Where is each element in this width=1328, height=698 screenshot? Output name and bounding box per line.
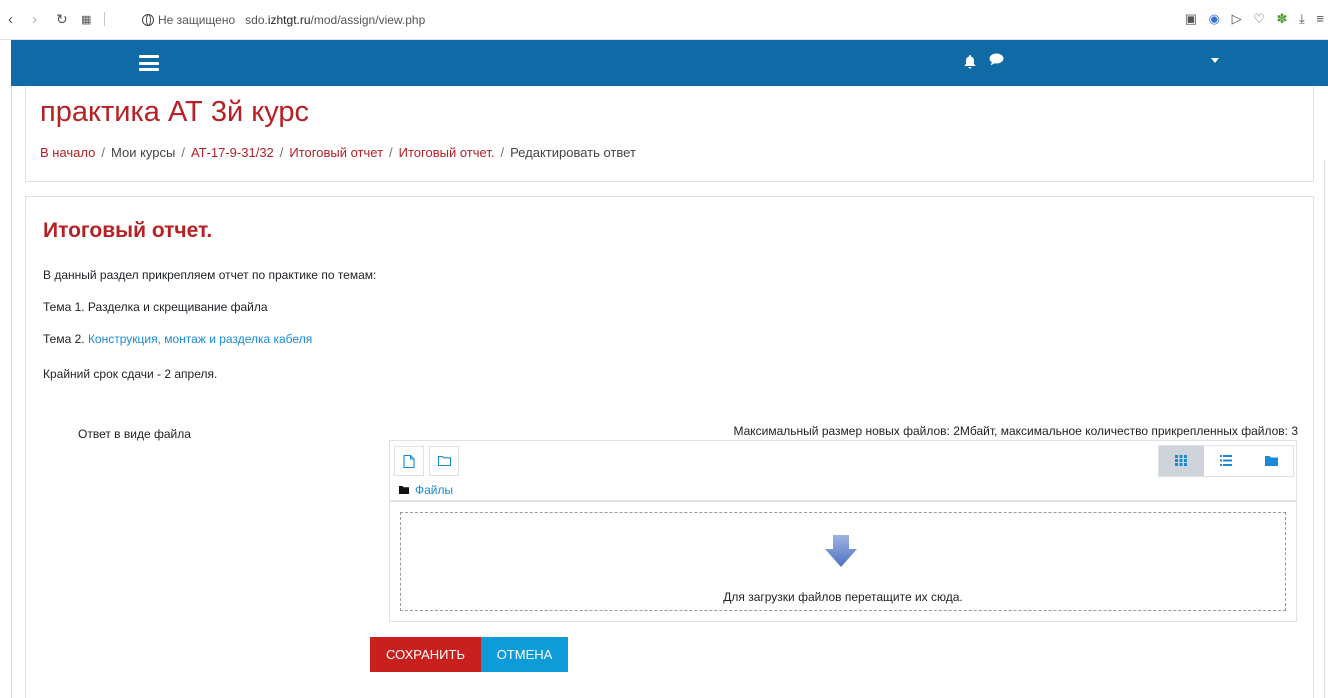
file-manager-path: Файлы — [399, 483, 453, 497]
assignment-title: Итоговый отчет. — [43, 219, 213, 242]
file-dropzone[interactable]: Для загрузки файлов перетащите их сюда. — [400, 512, 1286, 611]
page-header: практика АТ 3й курс В начало / Мои курсы / А… — [25, 86, 1314, 182]
breadcrumb-separator: / — [500, 145, 505, 160]
file-manager-divider — [390, 500, 1296, 502]
breadcrumb-current: Редактировать ответ — [510, 145, 636, 160]
url-path: /mod/assign/view.php — [310, 13, 426, 27]
extension-icon[interactable]: ✽ — [1277, 11, 1288, 26]
grid-view-icon — [1175, 455, 1187, 466]
breadcrumb-separator: / — [181, 145, 185, 160]
intro-topic-1: Тема 1. Разделка и скрещивание файла — [43, 300, 268, 314]
forward-icon[interactable]: › — [32, 11, 37, 28]
intro-deadline: Крайний срок сдачи - 2 апреля. — [43, 367, 218, 381]
dropzone-text: Для загрузки файлов перетащите их сюда. — [723, 590, 963, 604]
browser-toolbar: ‹ › ↻ ▦ Не защищено sdo.izhtgt.ru/mod/as… — [0, 0, 1328, 40]
list-view-icon — [1220, 455, 1232, 466]
file-submission-label: Ответ в виде файла — [78, 427, 191, 441]
arrow-down-icon — [825, 535, 857, 567]
page-left-border — [11, 86, 12, 698]
file-manager: Файлы Для загрузки файлов перетащите их … — [389, 440, 1297, 622]
create-folder-button[interactable] — [429, 446, 459, 476]
intro-topic-2-prefix: Тема 2. — [43, 332, 88, 346]
url-prefix: sdo. — [245, 13, 268, 27]
shield-icon[interactable]: ◉ — [1209, 11, 1220, 26]
page-right-border — [1324, 160, 1325, 698]
bell-icon[interactable] — [964, 55, 976, 72]
folder-icon — [399, 486, 409, 494]
top-navbar — [11, 40, 1328, 86]
chat-icon[interactable] — [989, 53, 1004, 69]
toolbar-divider — [104, 12, 105, 26]
assignment-region: Итоговый отчет. В данный раздел прикрепл… — [25, 196, 1314, 698]
intro-text: В данный раздел прикрепляем отчет по пра… — [43, 268, 377, 282]
files-root-link[interactable]: Файлы — [415, 483, 453, 497]
camera-icon[interactable]: ▣ — [1185, 11, 1197, 26]
breadcrumb-assignment[interactable]: Итоговый отчет. — [399, 145, 495, 160]
file-icon — [403, 455, 415, 468]
download-icon[interactable]: ⤓ — [1299, 11, 1305, 26]
security-label: Не защищено — [158, 13, 236, 27]
file-manager-toolbar — [390, 441, 1296, 481]
grid-icon[interactable]: ▦ — [81, 13, 91, 26]
course-title: практика АТ 3й курс — [40, 96, 310, 128]
heart-icon[interactable]: ♡ — [1253, 11, 1265, 26]
reload-icon[interactable]: ↻ — [56, 11, 68, 28]
globe-icon — [142, 14, 154, 26]
breadcrumb-home[interactable]: В начало — [40, 145, 95, 160]
back-icon[interactable]: ‹ — [8, 11, 13, 28]
view-icons-button[interactable] — [1159, 446, 1204, 476]
breadcrumb-separator: / — [389, 145, 393, 160]
hamburger-icon[interactable] — [139, 55, 159, 71]
breadcrumb-separator: / — [101, 145, 105, 160]
breadcrumb-course[interactable]: АТ-17-9-31/32 — [191, 145, 274, 160]
url-host: izhtgt.ru — [267, 13, 311, 27]
breadcrumb-my-courses: Мои курсы — [111, 145, 176, 160]
topic-2-link[interactable]: Конструкция, монтаж и разделка кабеля — [88, 332, 312, 346]
view-switcher — [1158, 445, 1294, 477]
breadcrumb: В начало / Мои курсы / АТ-17-9-31/32 / Итоговы… — [40, 145, 636, 160]
view-list-button[interactable] — [1204, 446, 1249, 476]
settings-icon[interactable]: ≡ — [1316, 11, 1324, 26]
view-tree-button[interactable] — [1249, 446, 1294, 476]
cancel-button[interactable]: Отмена — [481, 637, 568, 672]
add-file-button[interactable] — [394, 446, 424, 476]
intro-topic-2: Тема 2. Конструкция, монтаж и разделка к… — [43, 332, 312, 346]
save-button[interactable]: Сохранить — [370, 637, 481, 672]
caret-down-icon[interactable] — [1211, 58, 1219, 63]
folder-outline-icon — [438, 455, 451, 466]
file-limits-text: Максимальный размер новых файлов: 2Мбайт… — [733, 424, 1298, 438]
breadcrumb-separator: / — [279, 145, 284, 160]
send-icon[interactable]: ▷ — [1232, 11, 1242, 26]
breadcrumb-section[interactable]: Итоговый отчет — [289, 145, 383, 160]
folder-icon — [1265, 456, 1278, 466]
browser-extensions: ▣ ◉ ▷ ♡ ✽ ⤓ ≡ — [1177, 11, 1324, 27]
address-bar[interactable]: Не защищено sdo.izhtgt.ru/mod/assign/vie… — [142, 13, 425, 27]
